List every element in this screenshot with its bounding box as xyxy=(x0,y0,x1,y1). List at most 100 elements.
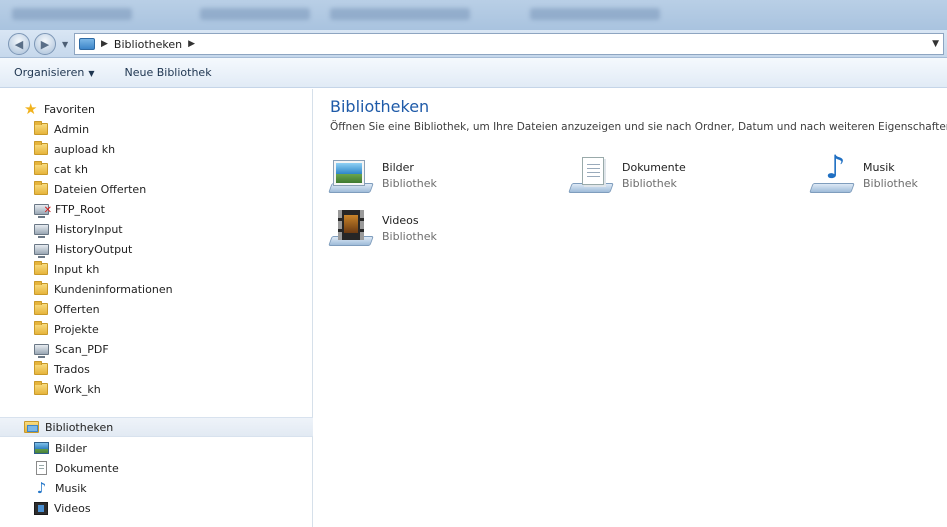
address-dropdown-icon[interactable]: ▼ xyxy=(932,39,939,49)
nav-item-scan-pdf[interactable]: Scan_PDF xyxy=(0,339,313,359)
library-type: Bibliothek xyxy=(382,230,437,243)
content-pane: Bibliotheken Öffnen Sie eine Bibliothek,… xyxy=(314,89,947,527)
library-tile-videos[interactable]: Videos Bibliothek xyxy=(328,210,550,254)
documents-icon xyxy=(36,461,47,475)
libraries-icon xyxy=(24,421,39,433)
folder-icon xyxy=(34,321,48,335)
forward-button[interactable]: ▶ xyxy=(34,33,56,55)
music-library-icon: ♪ xyxy=(809,151,855,197)
navigation-pane: ★ Favoriten Admin aupload kh cat kh Date… xyxy=(0,89,313,527)
nav-item-input-kh[interactable]: Input kh xyxy=(0,259,313,279)
breadcrumb-bibliotheken[interactable]: Bibliotheken xyxy=(114,38,182,51)
nav-item-label: aupload kh xyxy=(54,142,116,156)
music-icon: ♪ xyxy=(36,478,47,497)
nav-item-kundeninformationen[interactable]: Kundeninformationen xyxy=(0,279,313,299)
folder-icon xyxy=(34,181,48,195)
folder-icon xyxy=(34,301,48,315)
nav-item-label: HistoryInput xyxy=(55,222,123,236)
organize-button[interactable]: Organisieren ▼ xyxy=(14,66,94,79)
nav-item-label: Videos xyxy=(54,501,91,515)
nav-item-musik[interactable]: ♪ Musik xyxy=(0,478,313,498)
nav-item-label: Offerten xyxy=(54,302,100,316)
documents-library-icon xyxy=(568,157,614,197)
nav-item-label: Musik xyxy=(55,481,87,495)
network-drive-icon xyxy=(34,343,49,358)
titlebar-blur xyxy=(330,8,470,20)
library-name: Dokumente xyxy=(622,161,686,174)
nav-item-dateien-offerten[interactable]: Dateien Offerten xyxy=(0,179,313,199)
nav-favorites-header[interactable]: ★ Favoriten xyxy=(0,99,313,119)
nav-item-videos[interactable]: Videos xyxy=(0,498,313,518)
nav-item-aupload-kh[interactable]: aupload kh xyxy=(0,139,313,159)
library-name: Musik xyxy=(863,161,895,174)
nav-item-dokumente[interactable]: Dokumente xyxy=(0,458,313,478)
chevron-down-icon: ▼ xyxy=(88,69,95,78)
nav-item-label: HistoryOutput xyxy=(55,242,133,256)
folder-icon xyxy=(34,261,48,275)
window-titlebar xyxy=(0,0,947,30)
nav-item-offerten[interactable]: Offerten xyxy=(0,299,313,319)
network-drive-icon xyxy=(34,223,49,238)
address-bar[interactable]: ▶ Bibliotheken ▶ ▼ xyxy=(74,33,944,55)
recent-pages-dropdown[interactable]: ▼ xyxy=(62,40,68,49)
titlebar-blur xyxy=(200,8,310,20)
command-bar: Organisieren ▼ Neue Bibliothek xyxy=(0,58,947,88)
nav-item-label: Input kh xyxy=(54,262,100,276)
nav-item-admin[interactable]: Admin xyxy=(0,119,313,139)
nav-item-cat-kh[interactable]: cat kh xyxy=(0,159,313,179)
folder-icon xyxy=(34,141,48,155)
nav-item-label: Work_kh xyxy=(54,382,101,396)
nav-item-historyinput[interactable]: HistoryInput xyxy=(0,219,313,239)
library-name: Bilder xyxy=(382,161,414,174)
library-type: Bibliothek xyxy=(863,177,918,190)
address-row: ◀ ▶ ▼ ▶ Bibliotheken ▶ ▼ xyxy=(0,30,947,58)
folder-icon xyxy=(34,381,48,395)
nav-item-label: FTP_Root xyxy=(55,202,105,216)
titlebar-blur xyxy=(12,8,132,20)
nav-item-label: Bilder xyxy=(55,441,87,455)
library-tile-musik[interactable]: ♪ Musik Bibliothek xyxy=(809,151,947,201)
pictures-icon xyxy=(34,442,49,454)
nav-libraries-label: Bibliotheken xyxy=(45,420,114,434)
page-description: Öffnen Sie eine Bibliothek, um Ihre Date… xyxy=(330,121,947,133)
pictures-library-icon xyxy=(328,157,374,197)
nav-item-label: Scan_PDF xyxy=(55,342,109,356)
folder-icon xyxy=(34,161,48,175)
nav-item-projekte[interactable]: Projekte xyxy=(0,319,313,339)
breadcrumb-chevron-icon[interactable]: ▶ xyxy=(188,39,195,49)
page-title: Bibliotheken xyxy=(330,97,430,116)
new-library-button[interactable]: Neue Bibliothek xyxy=(124,66,211,79)
nav-item-historyoutput[interactable]: HistoryOutput xyxy=(0,239,313,259)
network-drive-disconnected-icon xyxy=(34,203,52,218)
nav-item-label: Trados xyxy=(54,362,90,376)
star-icon: ★ xyxy=(24,99,38,118)
nav-item-work-kh[interactable]: Work_kh xyxy=(0,379,313,399)
library-type: Bibliothek xyxy=(382,177,437,190)
network-drive-icon xyxy=(34,243,49,258)
folder-icon xyxy=(34,121,48,135)
back-button[interactable]: ◀ xyxy=(8,33,30,55)
videos-library-icon xyxy=(328,210,374,250)
organize-label: Organisieren xyxy=(14,66,85,79)
library-tile-dokumente[interactable]: Dokumente Bibliothek xyxy=(568,157,790,201)
nav-item-label: Dateien Offerten xyxy=(54,182,147,196)
nav-favorites-label: Favoriten xyxy=(44,102,95,116)
folder-icon xyxy=(34,281,48,295)
videos-icon xyxy=(34,501,48,515)
libraries-icon xyxy=(79,38,95,50)
arrow-right-icon: ▶ xyxy=(40,37,50,51)
nav-item-label: cat kh xyxy=(54,162,88,176)
library-tile-bilder[interactable]: Bilder Bibliothek xyxy=(328,157,550,201)
nav-item-label: Kundeninformationen xyxy=(54,282,173,296)
nav-item-label: Projekte xyxy=(54,322,99,336)
nav-item-bilder[interactable]: Bilder xyxy=(0,438,313,458)
nav-item-trados[interactable]: Trados xyxy=(0,359,313,379)
nav-libraries-header[interactable]: Bibliotheken xyxy=(0,417,313,437)
nav-item-label: Dokumente xyxy=(55,461,119,475)
breadcrumb-chevron-icon[interactable]: ▶ xyxy=(101,39,108,49)
arrow-left-icon: ◀ xyxy=(14,37,24,51)
folder-icon xyxy=(34,361,48,375)
library-type: Bibliothek xyxy=(622,177,677,190)
nav-item-label: Admin xyxy=(54,122,90,136)
nav-item-ftp-root[interactable]: FTP_Root xyxy=(0,199,313,219)
